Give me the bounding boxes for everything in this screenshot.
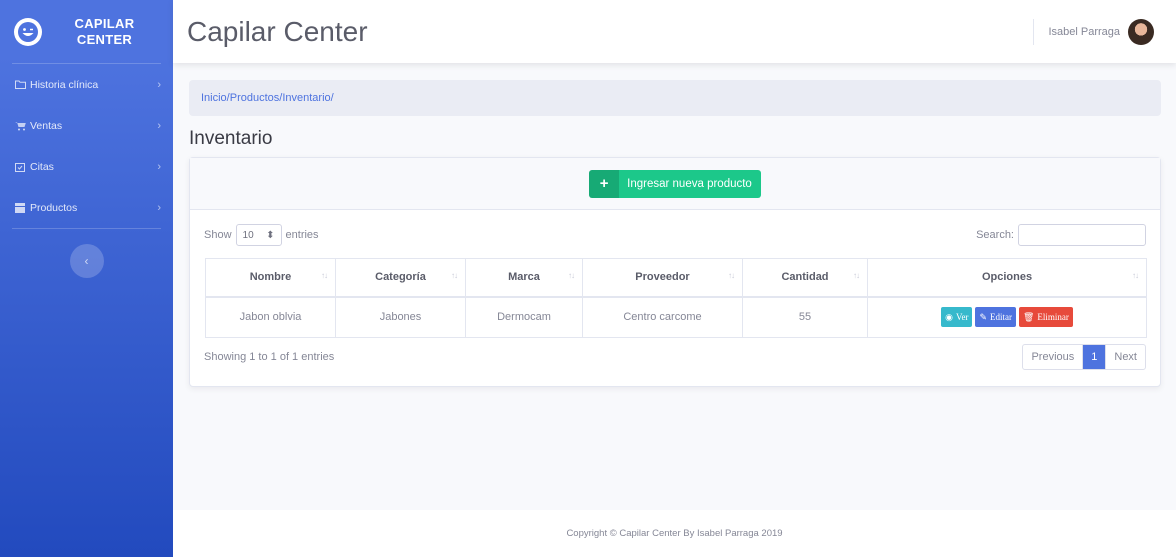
sort-icon: ↑↓ bbox=[1132, 271, 1139, 280]
sidebar-toggle-button[interactable]: ‹ bbox=[69, 244, 104, 278]
sort-icon: ↑↓ bbox=[321, 271, 328, 280]
search-label: Search: bbox=[976, 229, 1014, 241]
add-product-button[interactable]: + Ingresar nueva producto bbox=[589, 169, 761, 198]
sort-icon: ↑↓ bbox=[451, 271, 458, 280]
sidebar-divider bbox=[12, 228, 161, 229]
pagination: Previous 1 Next bbox=[1022, 344, 1146, 370]
column-header-marca[interactable]: Marca ↑↓ bbox=[465, 258, 583, 298]
sidebar-item-productos[interactable]: Productos › bbox=[0, 187, 173, 228]
topbar-divider bbox=[1033, 18, 1035, 45]
chevron-left-icon: ‹ bbox=[84, 254, 89, 268]
sidebar-item-citas[interactable]: Citas › bbox=[0, 146, 173, 187]
sidebar-item-historia-clinica[interactable]: Historia clínica › bbox=[0, 64, 173, 105]
footer-copyright: Copyright © Capilar Center By Isabel Par… bbox=[173, 510, 1176, 557]
app-title: Capilar Center bbox=[187, 15, 368, 47]
breadcrumb[interactable]: Inicio/Productos/Inventario/ bbox=[189, 80, 1161, 116]
column-header-opciones[interactable]: Opciones ↑↓ bbox=[867, 258, 1147, 298]
cell-categoria: Jabones bbox=[335, 296, 466, 338]
table-footer: Showing 1 to 1 of 1 entries Previous 1 N… bbox=[204, 344, 1146, 370]
select-arrows-icon: ⬍ bbox=[266, 229, 275, 241]
brand[interactable]: CAPILAR CENTER bbox=[0, 0, 173, 63]
page-title: Inventario bbox=[189, 128, 273, 149]
brand-name: CAPILAR CENTER bbox=[74, 15, 135, 47]
entries-info: Showing 1 to 1 of 1 entries bbox=[204, 351, 335, 363]
chevron-right-icon: › bbox=[157, 78, 161, 91]
cell-nombre: Jabon oblvia bbox=[205, 296, 336, 338]
card-header: + Ingresar nueva producto bbox=[190, 158, 1160, 210]
sidebar: CAPILAR CENTER Historia clínica › Ventas… bbox=[0, 0, 173, 557]
table-header-row: Nombre ↑↓ Categoría ↑↓ Marca ↑↓ Proveedor ↑↓… bbox=[205, 258, 1147, 298]
edit-button[interactable]: ✎ Editar bbox=[975, 307, 1016, 328]
sort-icon: ↑↓ bbox=[728, 271, 735, 280]
view-button[interactable]: ◉ Ver bbox=[941, 307, 973, 328]
products-icon bbox=[14, 202, 26, 214]
column-header-cantidad[interactable]: Cantidad ↑↓ bbox=[742, 258, 868, 298]
cell-proveedor: Centro carcome bbox=[582, 296, 743, 338]
laugh-wink-icon bbox=[14, 17, 42, 46]
user-name[interactable]: Isabel Parraga bbox=[1048, 26, 1120, 38]
delete-button[interactable]: 🗑 Eliminar bbox=[1018, 307, 1073, 328]
entries-label: entries bbox=[285, 229, 319, 241]
entries-select[interactable]: 10 ⬍ bbox=[235, 224, 282, 246]
table-controls: Show 10 ⬍ entries Search: bbox=[204, 224, 1146, 246]
eye-icon: ◉ bbox=[945, 311, 953, 322]
sort-icon: ↑↓ bbox=[853, 271, 860, 280]
table-row: Jabon oblvia Jabones Dermocam Centro car… bbox=[205, 296, 1147, 338]
chevron-right-icon: › bbox=[157, 160, 161, 173]
chevron-right-icon: › bbox=[157, 201, 161, 214]
cart-icon bbox=[14, 120, 26, 132]
previous-page-button[interactable]: Previous bbox=[1023, 345, 1082, 369]
search-input[interactable] bbox=[1018, 224, 1146, 246]
chevron-right-icon: › bbox=[157, 119, 161, 132]
sidebar-item-ventas[interactable]: Ventas › bbox=[0, 105, 173, 146]
column-header-proveedor[interactable]: Proveedor ↑↓ bbox=[582, 258, 743, 298]
trash-icon: 🗑 bbox=[1022, 311, 1035, 322]
topbar: Capilar Center Isabel Parraga bbox=[173, 0, 1176, 63]
calendar-icon bbox=[14, 161, 26, 173]
sort-icon: ↑↓ bbox=[568, 271, 575, 280]
plus-icon: + bbox=[589, 169, 620, 198]
avatar[interactable] bbox=[1128, 18, 1154, 45]
next-page-button[interactable]: Next bbox=[1105, 345, 1145, 369]
show-label: Show bbox=[204, 229, 232, 241]
column-header-categoria[interactable]: Categoría ↑↓ bbox=[335, 258, 466, 298]
cell-marca: Dermocam bbox=[465, 296, 583, 338]
folder-icon bbox=[14, 79, 26, 91]
inventory-table: Nombre ↑↓ Categoría ↑↓ Marca ↑↓ Proveedor ↑↓… bbox=[205, 258, 1147, 338]
column-header-nombre[interactable]: Nombre ↑↓ bbox=[205, 258, 336, 298]
cell-opciones: ◉ Ver ✎ Editar 🗑 Eliminar bbox=[867, 296, 1147, 338]
cell-cantidad: 55 bbox=[742, 296, 868, 338]
edit-icon: ✎ bbox=[979, 311, 987, 322]
inventory-card: + Ingresar nueva producto Show 10 ⬍ entr… bbox=[189, 157, 1161, 387]
page-1-button[interactable]: 1 bbox=[1082, 345, 1106, 369]
